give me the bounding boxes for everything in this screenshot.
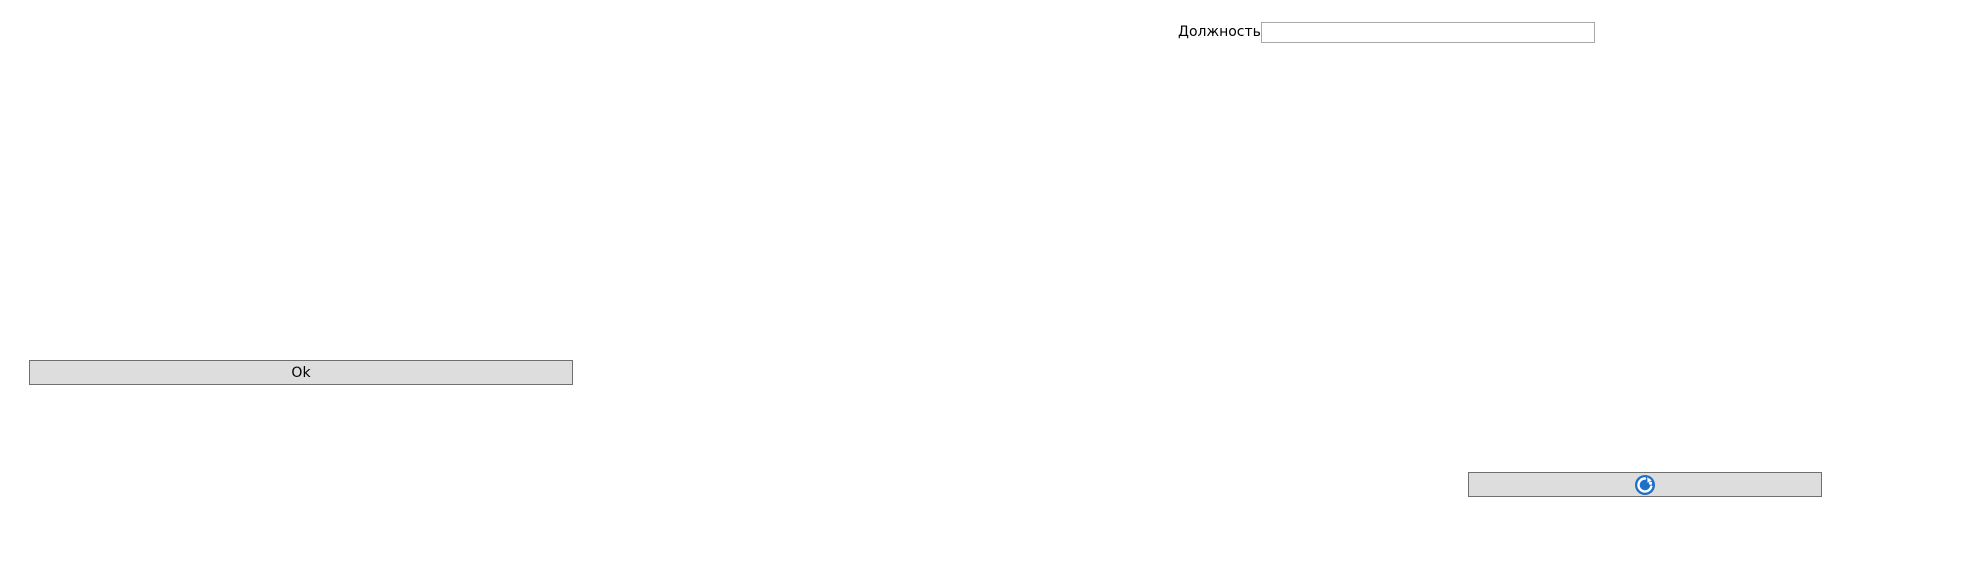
- refresh-button[interactable]: [1468, 472, 1822, 497]
- position-label: Должность: [1178, 24, 1261, 40]
- ok-button-label: Ok: [291, 364, 311, 381]
- refresh-icon: [1634, 474, 1656, 496]
- position-input[interactable]: [1260, 22, 1595, 43]
- position-field-row: Должность: [1178, 22, 1595, 43]
- ok-button[interactable]: Ok: [29, 360, 573, 385]
- refresh-icon-graphic: [1635, 474, 1655, 495]
